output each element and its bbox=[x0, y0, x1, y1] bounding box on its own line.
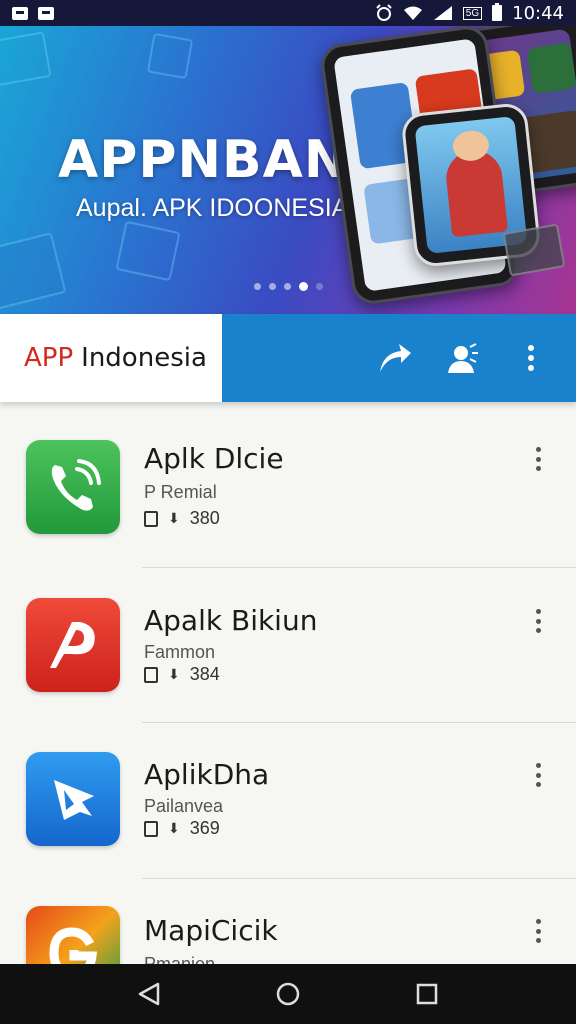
phone-icon bbox=[26, 440, 120, 534]
app-meta: ⬇ 384 bbox=[144, 664, 220, 685]
app-count: 369 bbox=[189, 818, 220, 838]
download-icon: ⬇ bbox=[168, 666, 180, 682]
brand-logo[interactable]: APP Indonesia bbox=[0, 314, 222, 402]
banner-subtitle: Aupal. APK IDOONESIA bbox=[76, 194, 349, 222]
header-more-button[interactable] bbox=[512, 339, 550, 377]
bag-icon bbox=[144, 820, 158, 837]
back-button[interactable] bbox=[129, 974, 169, 1014]
item-more-button[interactable] bbox=[526, 760, 550, 790]
app-subtitle: Fammon bbox=[144, 642, 216, 662]
more-icon bbox=[528, 345, 534, 371]
profile-icon bbox=[448, 343, 478, 373]
app-list: Aplk Dlcie P Remial ⬇ 380 Apalk Bikiun F… bbox=[0, 402, 576, 964]
app-meta: ⬇ 369 bbox=[144, 818, 220, 839]
pager-dot-active[interactable] bbox=[299, 282, 308, 291]
app-count: 380 bbox=[189, 508, 220, 528]
app-subtitle: Pmanjen bbox=[144, 954, 216, 964]
signal-icon bbox=[433, 6, 452, 20]
app-name: Apalk Bikiun bbox=[144, 604, 318, 637]
app-name: Aplk Dlcie bbox=[144, 442, 284, 475]
pdf-reader-icon bbox=[26, 598, 120, 692]
banner-decoration bbox=[146, 32, 194, 80]
app-name: MapiCicik bbox=[144, 914, 278, 947]
recents-button[interactable] bbox=[407, 974, 447, 1014]
notification-icon bbox=[38, 6, 54, 20]
home-button[interactable] bbox=[268, 974, 308, 1014]
google-g-icon bbox=[26, 906, 120, 964]
brand-name: Indonesia bbox=[81, 343, 207, 373]
download-icon: ⬇ bbox=[168, 510, 180, 526]
share-icon bbox=[380, 344, 411, 372]
pager-dot[interactable] bbox=[254, 283, 261, 290]
banner-decoration bbox=[115, 220, 181, 282]
app-subtitle: Pailanvea bbox=[144, 796, 224, 816]
list-item[interactable]: AplikDha Pailanvea ⬇ 369 bbox=[0, 712, 576, 879]
status-right: 5G 10:44 bbox=[375, 3, 564, 24]
item-more-button[interactable] bbox=[526, 444, 550, 474]
wifi-icon bbox=[403, 6, 422, 20]
profile-button[interactable] bbox=[444, 339, 482, 377]
battery-icon bbox=[492, 3, 503, 21]
app-name: AplikDha bbox=[144, 758, 270, 791]
app-screen: 5G 10:44 APPNBANIT Aupal. APK IDOONESIA bbox=[0, 0, 576, 1024]
system-nav-bar bbox=[0, 964, 576, 1024]
app-header: APP Indonesia bbox=[0, 314, 576, 402]
pager-dot[interactable] bbox=[316, 283, 323, 290]
bag-icon bbox=[144, 666, 158, 683]
share-button[interactable] bbox=[376, 339, 414, 377]
status-bar: 5G 10:44 bbox=[0, 0, 576, 26]
app-meta: ⬇ 380 bbox=[144, 508, 220, 529]
back-icon bbox=[139, 982, 160, 1006]
recents-icon bbox=[416, 983, 437, 1005]
pager-dot[interactable] bbox=[284, 283, 291, 290]
carousel-pager[interactable] bbox=[254, 282, 323, 291]
promo-banner[interactable]: APPNBANIT Aupal. APK IDOONESIA bbox=[0, 26, 576, 314]
banner-decoration bbox=[0, 232, 67, 310]
bag-icon bbox=[144, 510, 158, 527]
banner-decoration bbox=[0, 31, 52, 87]
notification-icon bbox=[12, 6, 28, 20]
network-type-label: 5G bbox=[462, 6, 483, 20]
app-count: 384 bbox=[189, 664, 220, 684]
banner-decoration bbox=[502, 223, 566, 277]
alarm-icon bbox=[376, 4, 392, 21]
app-subtitle: P Remial bbox=[144, 482, 217, 502]
item-more-button[interactable] bbox=[526, 606, 550, 636]
item-more-button[interactable] bbox=[526, 916, 550, 946]
download-icon: ⬇ bbox=[168, 820, 180, 836]
header-actions bbox=[222, 314, 576, 402]
list-item[interactable]: Aplk Dlcie P Remial ⬇ 380 bbox=[0, 402, 576, 568]
list-item[interactable]: MapiCicik Pmanjen bbox=[0, 868, 576, 964]
status-time: 10:44 bbox=[512, 2, 564, 24]
home-icon bbox=[276, 982, 300, 1006]
status-left bbox=[12, 6, 54, 20]
pager-dot[interactable] bbox=[269, 283, 276, 290]
brand-prefix: APP bbox=[24, 343, 74, 373]
play-arrow-icon bbox=[26, 752, 120, 846]
list-item[interactable]: Apalk Bikiun Fammon ⬇ 384 bbox=[0, 558, 576, 723]
